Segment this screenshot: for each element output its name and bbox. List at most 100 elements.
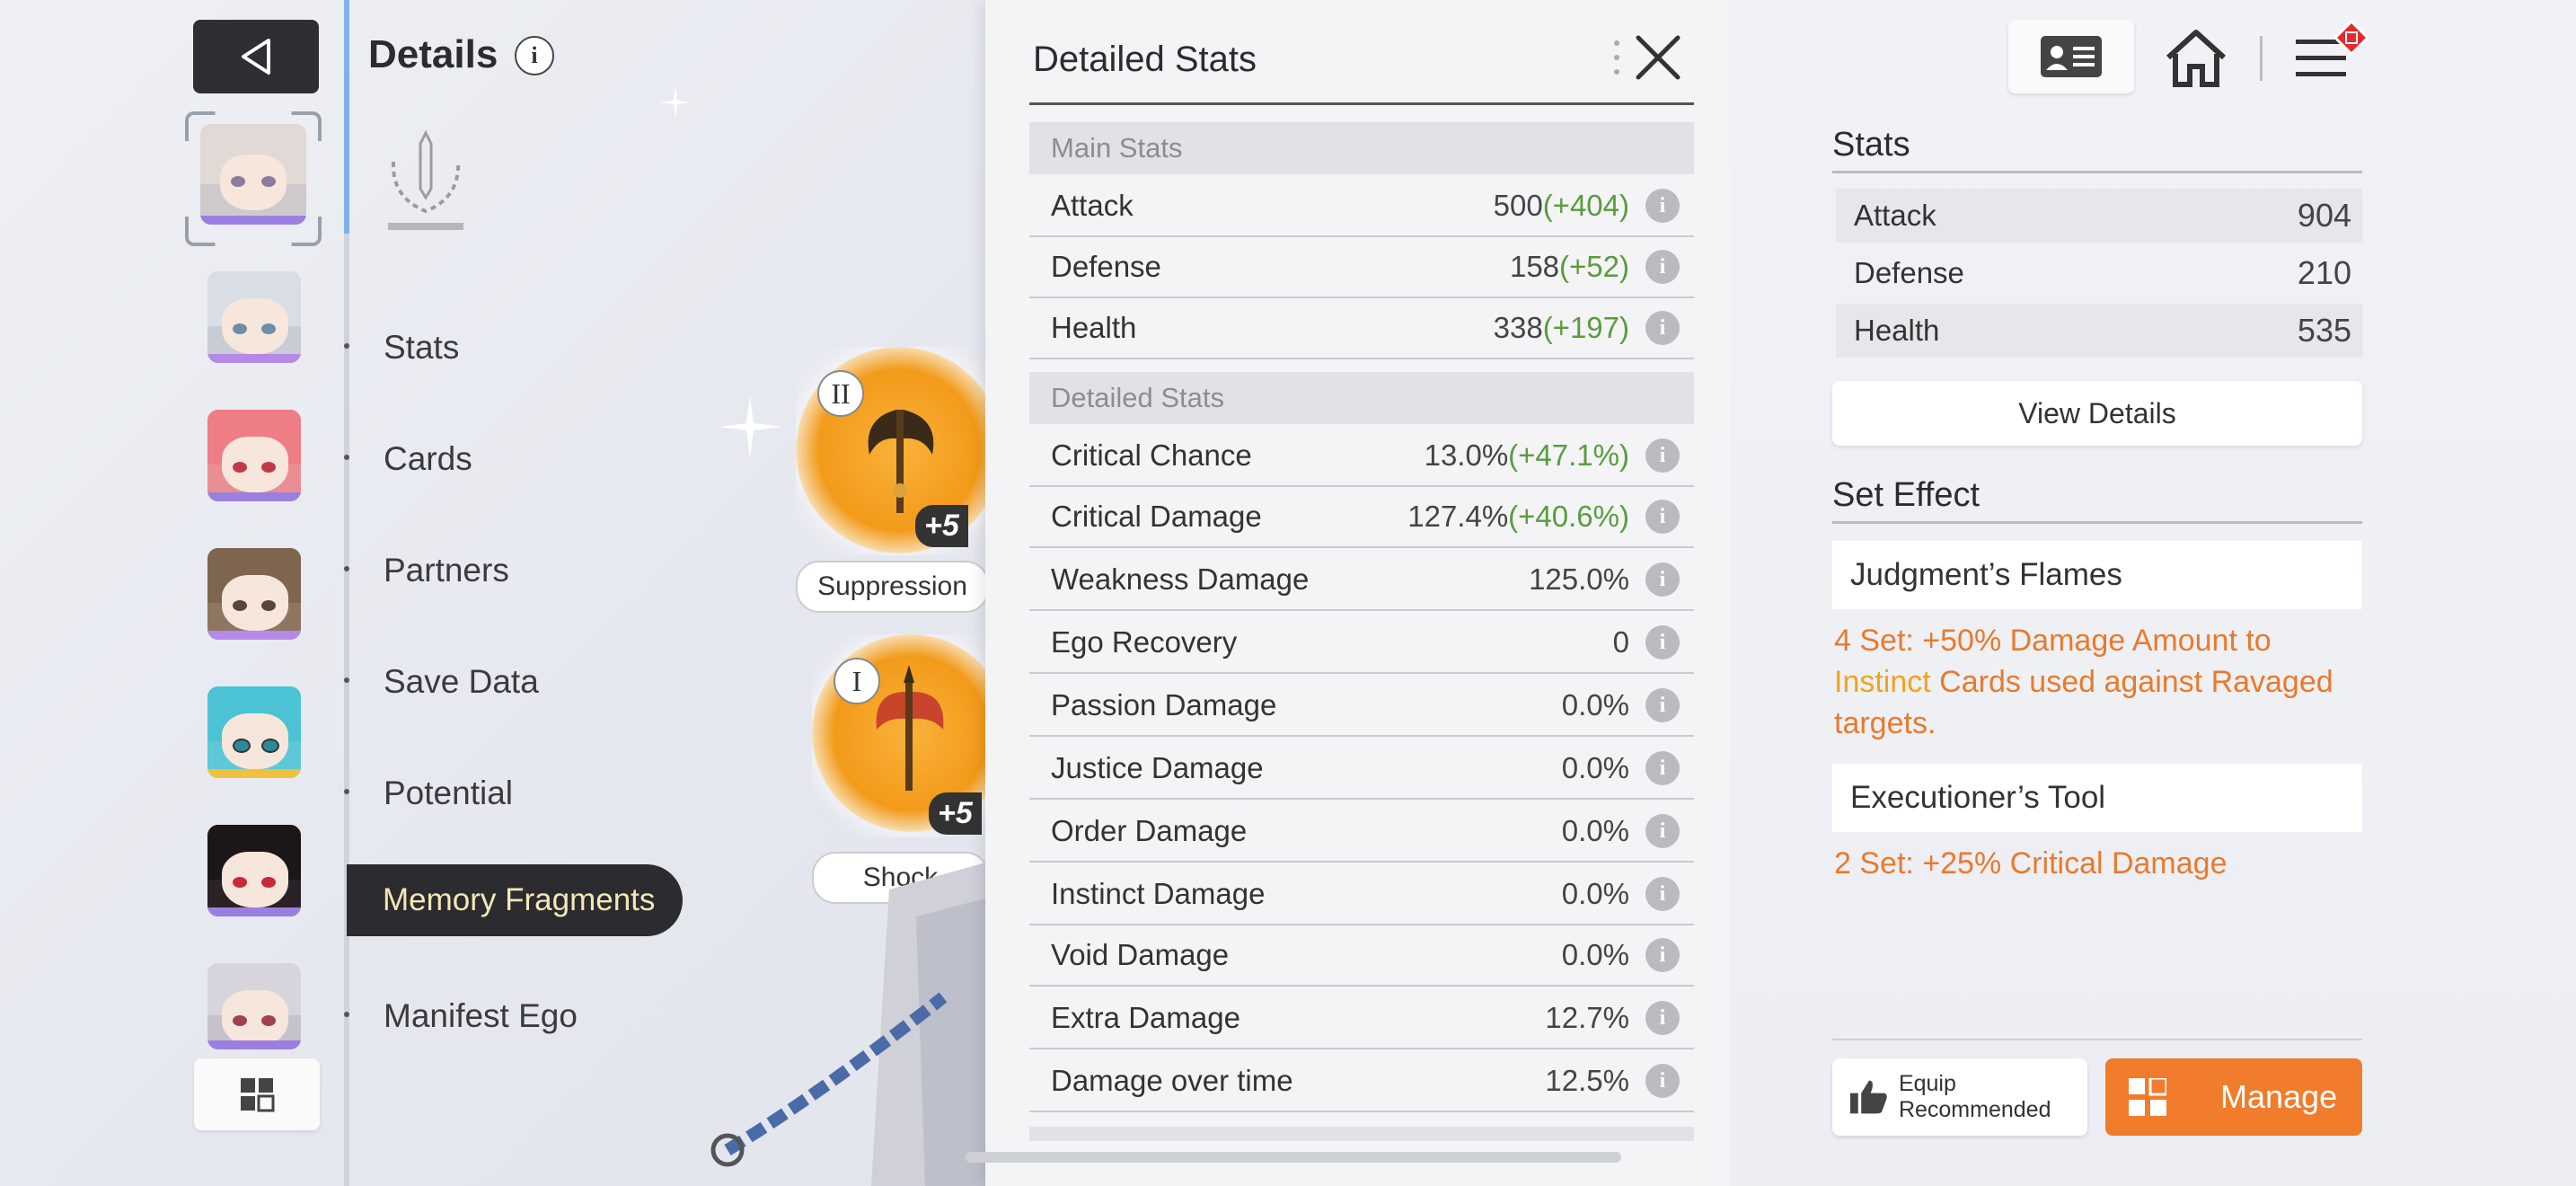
back-button[interactable] [193, 20, 319, 93]
stat-info-icon[interactable]: i [1645, 189, 1680, 223]
stat-row-order-damage: Order Damage 0.0% i [1029, 801, 1694, 863]
info-icon[interactable]: i [515, 36, 554, 75]
summary-stat-defense: Defense 210 [1836, 246, 2362, 300]
nav-dot [344, 566, 349, 571]
stat-name: Passion Damage [1051, 688, 1277, 721]
stat-name: Void Damage [1051, 938, 1230, 971]
stat-value: 13.0% [1424, 438, 1509, 472]
stat-name: Defense [1854, 256, 1964, 289]
character-thumb-6[interactable] [207, 825, 301, 916]
stat-info-icon[interactable]: i [1645, 1001, 1680, 1035]
close-icon[interactable] [1633, 32, 1683, 83]
stat-name: Health [1051, 311, 1137, 344]
horizontal-scrollbar[interactable] [966, 1152, 1621, 1163]
home-icon[interactable] [2165, 29, 2228, 88]
stat-row-damage-over-time: Damage over time 12.5% i [1029, 1051, 1694, 1112]
summary-stat-attack: Attack 904 [1836, 189, 2362, 243]
profile-card-button[interactable] [2008, 20, 2134, 93]
stat-name: Instinct Damage [1051, 877, 1266, 910]
stat-value: 0.0% [1561, 814, 1629, 847]
nav-dot [344, 677, 349, 683]
stat-name: Critical Chance [1051, 438, 1252, 472]
stat-name: Defense [1051, 250, 1161, 283]
stat-row-weakness-damage: Weakness Damage 125.0% i [1029, 550, 1694, 611]
fragment-level: +5 [929, 792, 982, 835]
character-thumb-4[interactable] [207, 548, 301, 640]
stat-info-icon[interactable]: i [1645, 625, 1680, 659]
back-arrow-icon [242, 39, 270, 75]
main-stats-section-header: Main Stats [1029, 122, 1694, 174]
character-thumb-5[interactable] [207, 686, 301, 778]
stat-value: 127.4% [1407, 500, 1509, 533]
stat-info-icon[interactable]: i [1645, 688, 1680, 722]
stat-row-defense: Defense 158 (+52) i [1029, 237, 1694, 298]
stat-info-icon[interactable]: i [1645, 438, 1680, 473]
stat-name: Attack [1854, 199, 1936, 232]
equip-recommended-label: Equip Recommended [1898, 1071, 2051, 1122]
stat-info-icon[interactable]: i [1645, 562, 1680, 597]
nav-item-partners[interactable]: Partners [384, 552, 509, 589]
stat-info-icon[interactable]: i [1645, 250, 1680, 284]
fragment-slot-2[interactable]: II +5 [796, 347, 985, 555]
stat-info-icon[interactable]: i [1645, 500, 1680, 534]
stat-info-icon[interactable]: i [1645, 1064, 1680, 1098]
nav-item-manifest-ego[interactable]: Manifest Ego [384, 997, 578, 1035]
page-title: Details [368, 32, 498, 76]
stat-info-icon[interactable]: i [1645, 311, 1680, 345]
set-desc-text: 4 Set: +50% Damage Amount to [1834, 624, 2272, 658]
fragment-tag-suppression: Suppression [796, 561, 989, 613]
stat-value: 0 [1612, 625, 1629, 659]
nav-track-highlight [344, 0, 349, 234]
fragment-slot-numeral: I [834, 658, 880, 704]
stat-info-icon[interactable]: i [1645, 814, 1680, 848]
character-thumb-2[interactable] [207, 271, 301, 363]
stat-info-icon[interactable]: i [1645, 751, 1680, 785]
character-thumb-3[interactable] [207, 410, 301, 501]
bottom-divider [1832, 1039, 2362, 1040]
equip-recommended-button[interactable]: Equip Recommended [1832, 1058, 2087, 1136]
stat-row-ego-recovery: Ego Recovery 0 i [1029, 613, 1694, 674]
character-art [710, 863, 985, 1186]
grid-view-button[interactable] [194, 1058, 320, 1130]
stat-name: Critical Damage [1051, 500, 1262, 533]
stat-value: 0.0% [1561, 688, 1629, 721]
stat-info-icon[interactable]: i [1645, 877, 1680, 911]
set-effect-header: Set Effect [1832, 476, 1981, 514]
nav-item-potential[interactable]: Potential [384, 774, 513, 812]
manage-grid-icon [2129, 1078, 2166, 1116]
character-thumb-1[interactable] [200, 124, 306, 225]
set-effect-rule [1832, 521, 2362, 524]
nav-dot [344, 343, 349, 349]
nav-dot [344, 789, 349, 794]
more-options-icon[interactable] [1613, 38, 1620, 77]
stat-value: 904 [2297, 197, 2351, 234]
stat-name: Order Damage [1051, 814, 1248, 847]
set-desc-text: 2 Set: +25% Critical Damage [1834, 846, 2228, 881]
fragment-slot-1[interactable]: I +5 [812, 634, 985, 837]
nav-item-cards[interactable]: Cards [384, 440, 472, 478]
stat-bonus: (+197) [1542, 311, 1629, 344]
stat-name: Health [1854, 314, 1940, 347]
panel-divider [1029, 102, 1694, 105]
character-thumb-7[interactable] [207, 963, 301, 1049]
set-description-2: 2 Set: +25% Critical Damage [1834, 843, 2373, 884]
manage-label: Manage [2220, 1078, 2338, 1115]
summary-stat-health: Health 535 [1836, 304, 2362, 358]
stat-row-attack: Attack 500 (+404) i [1029, 176, 1694, 237]
stat-value: 210 [2297, 254, 2351, 291]
nav-dot [344, 455, 349, 460]
stat-value: 125.0% [1529, 562, 1629, 596]
nav-item-stats[interactable]: Stats [384, 329, 459, 367]
stat-row-critical-damage: Critical Damage 127.4% (+40.6%) i [1029, 487, 1694, 548]
view-details-button[interactable]: View Details [1832, 381, 2362, 446]
nav-item-save-data[interactable]: Save Data [384, 663, 539, 701]
panel-title: Detailed Stats [1033, 40, 1257, 79]
stat-info-icon[interactable]: i [1645, 938, 1680, 972]
sparkle-decoration [719, 395, 781, 458]
nav-item-memory-fragments[interactable]: Memory Fragments [347, 864, 683, 936]
manage-button[interactable]: Manage [2105, 1058, 2362, 1136]
stat-name: Extra Damage [1051, 1001, 1240, 1034]
stat-value: 12.7% [1545, 1001, 1629, 1034]
set-keyword-instinct: Instinct [1834, 665, 1931, 699]
stat-value: 535 [2297, 312, 2351, 349]
